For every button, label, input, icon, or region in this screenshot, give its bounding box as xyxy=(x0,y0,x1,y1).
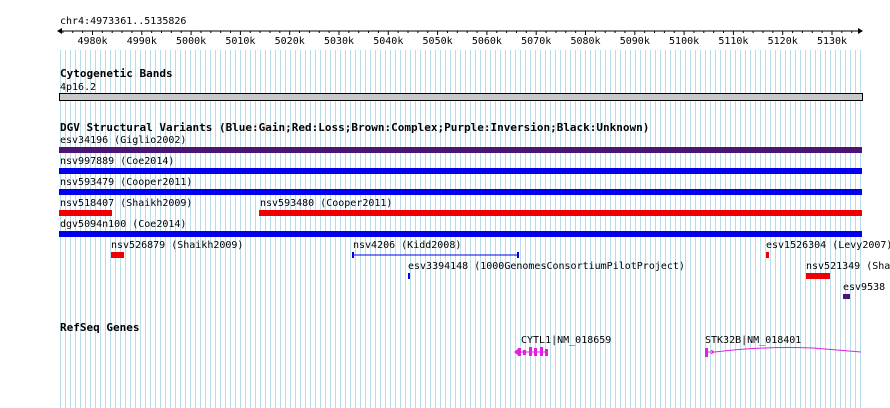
variant-bar[interactable] xyxy=(59,189,862,195)
ruler-tick-label: 5020k xyxy=(274,36,305,47)
variant-label: nsv518407 (Shaikh2009) xyxy=(60,198,193,209)
variant-bar[interactable] xyxy=(408,273,410,279)
ruler-tick-label: 5060k xyxy=(471,36,502,47)
variant-label: nsv526879 (Shaikh2009) xyxy=(111,240,244,251)
variant-label: dgv5094n100 (Coe2014) xyxy=(60,219,187,230)
variant-label: nsv4206 (Kidd2008) xyxy=(353,240,462,251)
refseq-track-title: RefSeq Genes xyxy=(60,321,140,334)
ruler-tick-label: 5120k xyxy=(767,36,798,47)
ruler-tick-label: 5110k xyxy=(718,36,749,47)
variant-label: nsv593480 (Cooper2011) xyxy=(260,198,393,209)
ruler-tick-label: 5080k xyxy=(570,36,601,47)
variant-label: nsv593479 (Cooper2011) xyxy=(60,177,193,188)
variant-bar[interactable] xyxy=(59,168,862,174)
gene-label: CYTL1|NM_018659 xyxy=(521,335,612,346)
variant-bar[interactable] xyxy=(59,231,862,237)
variant-label: esv3394148 (1000GenomesConsortiumPilotPr… xyxy=(408,261,685,272)
variant-bar[interactable] xyxy=(59,147,862,153)
ruler-tick-label: 5040k xyxy=(373,36,404,47)
variant-bar[interactable] xyxy=(259,210,862,216)
cytoband-track-title: Cytogenetic Bands xyxy=(60,67,173,80)
ruler-tick-label: 5090k xyxy=(619,36,650,47)
variant-bar[interactable] xyxy=(806,273,830,279)
variant-interval[interactable] xyxy=(352,251,520,259)
variant-bar[interactable] xyxy=(843,294,850,299)
variant-label: esv9538 xyxy=(843,282,886,293)
dgv-track-title: DGV Structural Variants (Blue:Gain;Red:L… xyxy=(60,121,650,134)
ruler-tick-label: 5030k xyxy=(323,36,355,47)
variant-label: nsv521349 (Sha xyxy=(806,261,890,272)
gene-model-stk32b[interactable] xyxy=(703,345,863,359)
ruler-tick-label: 4990k xyxy=(126,36,157,47)
variant-label: nsv997889 (Coe2014) xyxy=(60,156,175,167)
variant-bar[interactable] xyxy=(59,210,112,216)
ruler-tick-label: 4980k xyxy=(77,36,108,47)
ruler-tick-label: 5000k xyxy=(176,36,207,47)
cytoband-label: 4p16.2 xyxy=(60,82,97,93)
cytoband-bar[interactable] xyxy=(59,93,863,101)
ruler-tick-label: 5100k xyxy=(669,36,700,47)
ruler-tick-label: 5050k xyxy=(422,36,453,47)
gene-model-cytl1[interactable] xyxy=(512,346,552,358)
variant-label: esv34196 (Giglio2002) xyxy=(60,135,187,146)
variant-bar[interactable] xyxy=(766,252,769,258)
variant-label: esv1526304 (Levy2007) xyxy=(766,240,890,251)
ruler-tick-label: 5070k xyxy=(521,36,552,47)
ruler-tick-label: 5010k xyxy=(225,36,256,47)
ruler-tick-label: 5130k xyxy=(816,36,848,47)
variant-bar[interactable] xyxy=(111,252,124,258)
